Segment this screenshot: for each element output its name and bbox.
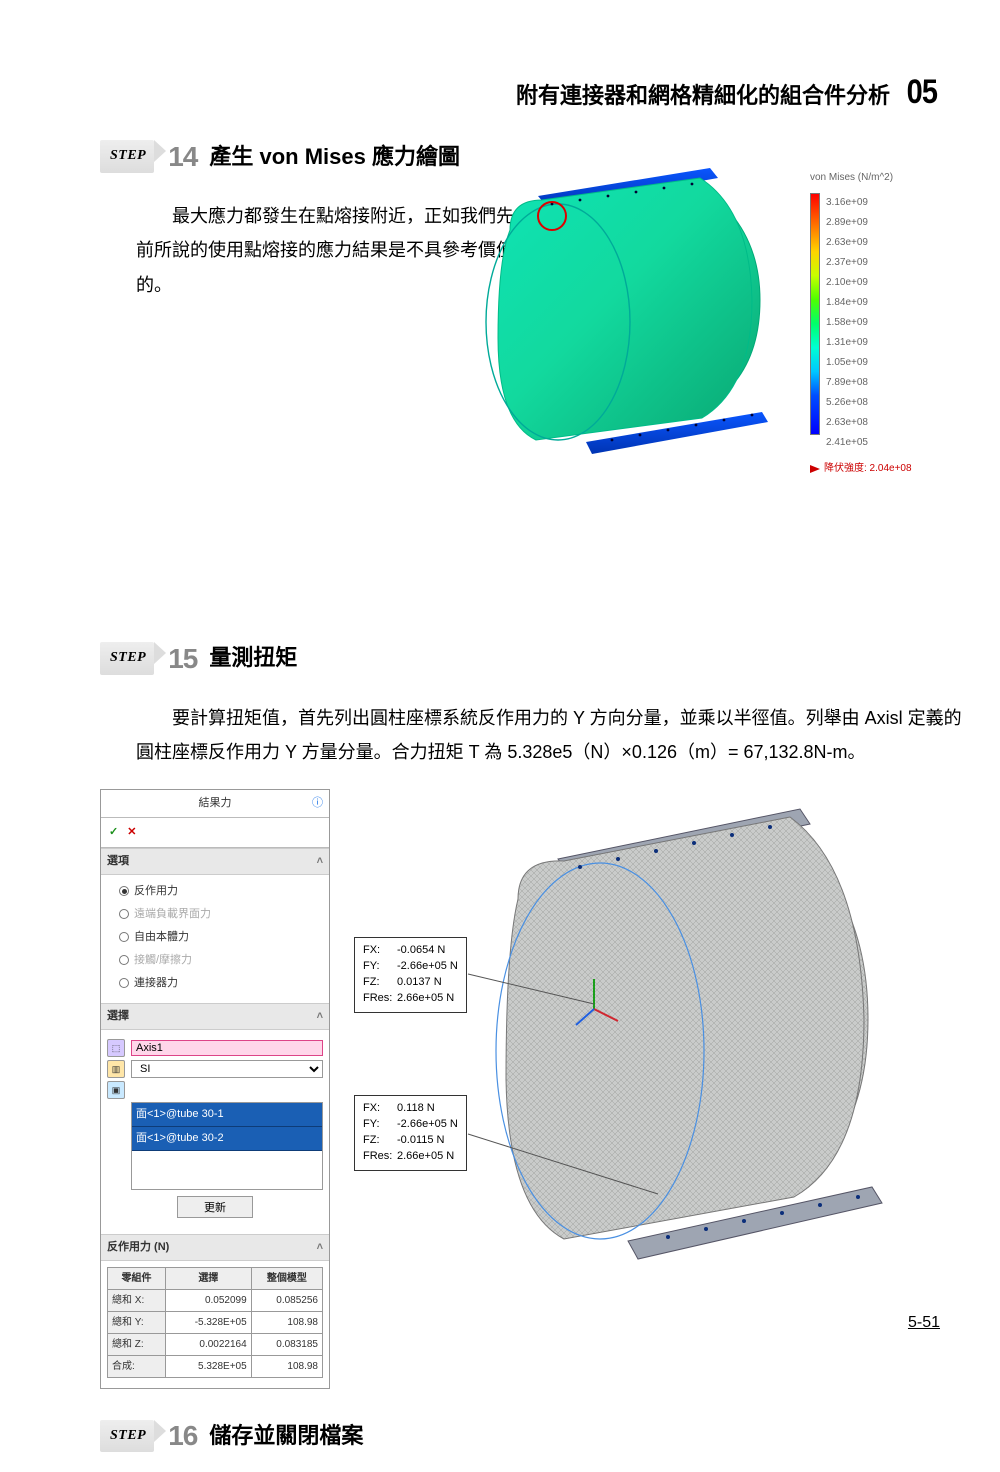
legend-value: 1.58e+09: [826, 313, 868, 333]
options-section-header[interactable]: 選項 ˄: [101, 848, 329, 875]
step-15-heading: STEP 15 量測扭矩: [100, 632, 297, 685]
options-label: 選項: [107, 851, 129, 872]
options-list: 反作用力 遠端負載界面力 自由本體力 接觸/摩擦力 連接器力: [101, 875, 329, 1003]
legend-value: 7.89e+08: [826, 373, 868, 393]
force-callout-lower: FX:0.118 N FY:-2.66e+05 N FZ:-0.0115 N F…: [354, 1095, 467, 1171]
face-item[interactable]: 面<1>@tube 30-2: [132, 1127, 322, 1151]
radio-contact: 接觸/摩擦力: [119, 950, 323, 971]
confirm-row: ✓ ✕: [101, 818, 329, 848]
col-component: 零組件: [108, 1268, 166, 1290]
legend-color-bar: [810, 193, 820, 435]
step-16-title: 儲存並關閉檔案: [209, 1415, 363, 1457]
chevron-up-icon: ˄: [317, 1237, 323, 1258]
axis-input[interactable]: [131, 1040, 323, 1056]
yield-label: 降伏強度: 2.04e+08: [824, 459, 912, 478]
step-16-heading: STEP 16 儲存並關閉檔案: [100, 1409, 363, 1462]
table-row: 總和 Y:-5.328E+05108.98: [108, 1312, 323, 1334]
radio-remote: 遠端負載界面力: [119, 904, 323, 925]
reaction-table: 零組件 選擇 整個模型 總和 X:0.0520990.085256 總和 Y:-…: [107, 1267, 323, 1378]
table-row: 總和 Z:0.00221640.083185: [108, 1334, 323, 1356]
chapter-header: 附有連接器和網格精細化的組合件分析 05: [516, 60, 940, 125]
select-section-header[interactable]: 選擇 ˄: [101, 1003, 329, 1030]
step-14-figure: von Mises (N/m^2) 3.16e+09 2.89e+09 2.63…: [440, 150, 940, 480]
cancel-button[interactable]: ✕: [127, 826, 136, 838]
update-button[interactable]: 更新: [177, 1196, 253, 1218]
panel-title-bar: 結果力 ⓘ: [101, 790, 329, 818]
help-icon[interactable]: ⓘ: [312, 793, 323, 814]
legend-value: 2.89e+09: [826, 213, 868, 233]
radio-reaction[interactable]: 反作用力: [119, 881, 323, 902]
unit-icon[interactable]: ▥: [107, 1060, 125, 1078]
step-14-title: 產生 von Mises 應力繪圖: [209, 136, 460, 178]
legend-value: 2.10e+09: [826, 273, 868, 293]
col-model: 整個模型: [251, 1268, 322, 1290]
radio-connector[interactable]: 連接器力: [119, 973, 323, 994]
reaction-section-header[interactable]: 反作用力 (N) ˄: [101, 1234, 329, 1261]
force-callout-upper: FX:-0.0654 N FY:-2.66e+05 N FZ:0.0137 N …: [354, 937, 467, 1013]
face-list[interactable]: 面<1>@tube 30-1 面<1>@tube 30-2: [131, 1102, 323, 1190]
ok-button[interactable]: ✓: [109, 826, 118, 838]
legend-value: 1.31e+09: [826, 333, 868, 353]
stress-legend: von Mises (N/m^2) 3.16e+09 2.89e+09 2.63…: [810, 168, 940, 478]
legend-value: 2.41e+05: [826, 433, 868, 453]
chevron-up-icon: ˄: [317, 851, 323, 872]
legend-value: 1.84e+09: [826, 293, 868, 313]
select-label: 選擇: [107, 1006, 129, 1027]
col-select: 選擇: [165, 1268, 251, 1290]
reaction-label: 反作用力 (N): [107, 1237, 169, 1258]
step-15-figure: FX:-0.0654 N FY:-2.66e+05 N FZ:0.0137 N …: [348, 789, 938, 1269]
yield-strength: 降伏強度: 2.04e+08: [810, 459, 940, 478]
step-badge: STEP: [100, 140, 154, 173]
legend-value: 5.26e+08: [826, 393, 868, 413]
step-15-text: 要計算扭矩值，首先列出圓柱座標系統反作用力的 Y 方向分量，並乘以半徑值。列舉由…: [136, 701, 976, 769]
legend-value: 2.63e+09: [826, 233, 868, 253]
radio-free-body[interactable]: 自由本體力: [119, 927, 323, 948]
legend-value: 2.63e+08: [826, 413, 868, 433]
table-row: 合成:5.328E+05108.98: [108, 1356, 323, 1378]
chapter-number: 05: [907, 60, 937, 125]
step-14-heading: STEP 14 產生 von Mises 應力繪圖: [100, 130, 460, 183]
legend-value: 2.37e+09: [826, 253, 868, 273]
fea-model: [440, 160, 800, 460]
legend-title: von Mises (N/m^2): [810, 168, 940, 187]
step-15-number: 15: [168, 632, 197, 685]
face-icon[interactable]: ▣: [107, 1081, 125, 1099]
step-14-number: 14: [168, 130, 197, 183]
mesh-model: [348, 789, 938, 1269]
unit-select[interactable]: SI: [131, 1060, 323, 1078]
select-block: ⬚ ▥ SI ▣ 面<1>@tube 30-1 面<1>@tube 30-2 更: [101, 1030, 329, 1234]
step-badge: STEP: [100, 1420, 154, 1453]
step-16-number: 16: [168, 1409, 197, 1462]
panel-title: 結果力: [199, 793, 232, 814]
arrow-right-icon: [810, 465, 820, 473]
legend-value: 1.05e+09: [826, 353, 868, 373]
step-15-title: 量測扭矩: [209, 637, 297, 679]
table-row: 總和 X:0.0520990.085256: [108, 1290, 323, 1312]
axis-icon[interactable]: ⬚: [107, 1039, 125, 1057]
chapter-title: 附有連接器和網格精細化的組合件分析: [516, 83, 890, 108]
chevron-up-icon: ˄: [317, 1006, 323, 1027]
result-force-panel: 結果力 ⓘ ✓ ✕ 選項 ˄ 反作用力 遠端負載界面力 自由本體力 接觸/摩擦力…: [100, 789, 330, 1389]
legend-values: 3.16e+09 2.89e+09 2.63e+09 2.37e+09 2.10…: [826, 193, 868, 453]
face-item[interactable]: 面<1>@tube 30-1: [132, 1103, 322, 1127]
legend-value: 3.16e+09: [826, 193, 868, 213]
step-badge: STEP: [100, 642, 154, 675]
